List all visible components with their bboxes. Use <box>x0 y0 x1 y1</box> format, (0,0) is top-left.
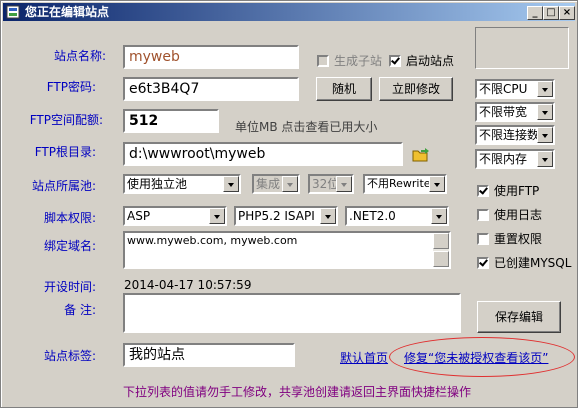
bits-select[interactable]: 32位 <box>308 174 354 194</box>
chevron-down-icon[interactable] <box>537 127 553 143</box>
random-button[interactable]: 随机 <box>316 77 372 101</box>
integration-value: 集成 <box>256 177 281 191</box>
bind-domain-textarea[interactable]: www.myweb.com, myweb.com <box>123 231 451 269</box>
enable-site-checkbox[interactable]: 启动站点 <box>389 52 454 69</box>
ftp-quota-input[interactable]: 512 <box>123 109 219 133</box>
remark-textarea[interactable] <box>123 293 461 333</box>
app-pool-value: 使用独立池 <box>127 177 188 191</box>
use-log-label: 使用日志 <box>494 208 543 222</box>
folder-browse-icon[interactable] <box>412 148 430 162</box>
title-bar: 您正在编辑站点 _ □ × <box>3 3 575 21</box>
window-title: 您正在编辑站点 <box>25 5 110 19</box>
edit-site-window: 您正在编辑站点 _ □ × 站点名称: myweb 生成子站 启动站点 FTP密… <box>0 0 578 408</box>
mysql-created-label: 已创建MYSQL <box>494 256 572 270</box>
close-button[interactable]: × <box>559 6 575 20</box>
scroll-up-icon[interactable] <box>433 233 449 249</box>
scroll-down-icon[interactable] <box>433 251 449 267</box>
chevron-down-icon[interactable] <box>320 208 336 224</box>
use-log-box[interactable] <box>477 208 489 221</box>
site-name-label: 站点名称: <box>53 49 106 63</box>
reset-perm-box[interactable] <box>477 232 489 245</box>
rewrite-value: 不用Rewrite <box>367 177 431 190</box>
cpu-limit-select[interactable]: 不限CPU <box>475 79 555 99</box>
chevron-down-icon[interactable] <box>336 176 352 192</box>
reset-perm-label: 重置权限 <box>494 232 543 246</box>
use-log-checkbox[interactable]: 使用日志 <box>477 206 542 223</box>
modify-now-button[interactable]: 立即修改 <box>379 77 453 101</box>
chevron-down-icon[interactable] <box>537 151 553 167</box>
script-value: ASP <box>127 209 151 223</box>
footer-note: 下拉列表的值请勿手工修改，共享池创建请返回主界面快捷栏操作 <box>123 385 472 399</box>
memory-limit-select[interactable]: 不限内存 <box>475 149 555 169</box>
bind-domain-label: 绑定域名: <box>43 239 96 253</box>
chevron-down-icon[interactable] <box>431 208 447 224</box>
tag-input[interactable]: 我的站点 <box>123 343 295 367</box>
chevron-down-icon[interactable] <box>537 81 553 97</box>
app-pool-select[interactable]: 使用独立池 <box>123 174 241 194</box>
chevron-down-icon[interactable] <box>209 208 225 224</box>
ftp-root-label: FTP根目录: <box>34 145 96 159</box>
rewrite-select[interactable]: 不用Rewrite <box>363 174 447 194</box>
mysql-created-box[interactable] <box>477 256 489 269</box>
connections-limit-value: 不限连接数 <box>479 128 540 142</box>
generate-subsite-box[interactable] <box>317 54 329 67</box>
ftp-quota-label: FTP空间配额: <box>29 113 103 127</box>
use-ftp-checkbox[interactable]: 使用FTP <box>477 182 539 199</box>
integration-select[interactable]: 集成 <box>252 174 300 194</box>
php-value: PHP5.2 ISAPI <box>238 209 315 223</box>
script-label: 脚本权限: <box>43 211 96 225</box>
minimize-button[interactable]: _ <box>527 6 543 20</box>
bandwidth-limit-select[interactable]: 不限带宽 <box>475 102 555 122</box>
save-button[interactable]: 保存编辑 <box>477 301 561 333</box>
created-label: 开设时间: <box>43 280 96 294</box>
connections-limit-select[interactable]: 不限连接数 <box>475 125 555 145</box>
cpu-limit-value: 不限CPU <box>479 82 528 96</box>
tag-label: 站点标签: <box>43 349 96 363</box>
script-select[interactable]: ASP <box>123 206 227 226</box>
window-icon <box>6 5 20 19</box>
remark-label: 备 注: <box>64 303 96 317</box>
enable-site-label: 启动站点 <box>406 54 455 68</box>
site-name-input[interactable]: myweb <box>123 45 299 69</box>
ftp-quota-hint[interactable]: 单位MB 点击查看已用大小 <box>235 118 377 135</box>
ftp-password-label: FTP密码: <box>46 80 96 94</box>
php-select[interactable]: PHP5.2 ISAPI <box>234 206 338 226</box>
created-time: 2014-04-17 10:57:59 <box>124 278 252 292</box>
use-ftp-box[interactable] <box>477 184 489 197</box>
net-value: .NET2.0 <box>349 209 396 223</box>
default-page-link[interactable]: 默认首页 <box>340 349 388 366</box>
reset-perm-checkbox[interactable]: 重置权限 <box>477 230 542 247</box>
generate-subsite-checkbox[interactable]: 生成子站 <box>317 52 382 69</box>
net-select[interactable]: .NET2.0 <box>345 206 449 226</box>
enable-site-box[interactable] <box>389 54 401 67</box>
scrollbar[interactable] <box>433 233 449 267</box>
maximize-button[interactable]: □ <box>543 6 559 20</box>
chevron-down-icon[interactable] <box>429 176 445 192</box>
chevron-down-icon[interactable] <box>282 176 298 192</box>
highlight-ring <box>389 337 575 377</box>
memory-limit-value: 不限内存 <box>479 152 528 166</box>
app-pool-label: 站点所属池: <box>31 179 96 193</box>
ftp-password-input[interactable]: e6t3B4Q7 <box>123 77 299 101</box>
bind-domain-value: www.myweb.com, myweb.com <box>127 234 298 247</box>
ftp-root-input[interactable]: d:\wwwroot\myweb <box>123 142 403 166</box>
bandwidth-limit-value: 不限带宽 <box>479 105 528 119</box>
chevron-down-icon[interactable] <box>537 104 553 120</box>
generate-subsite-label: 生成子站 <box>334 54 383 68</box>
mysql-created-checkbox[interactable]: 已创建MYSQL <box>477 254 571 271</box>
chevron-down-icon[interactable] <box>223 176 239 192</box>
preview-panel <box>475 27 569 69</box>
use-ftp-label: 使用FTP <box>494 184 540 198</box>
